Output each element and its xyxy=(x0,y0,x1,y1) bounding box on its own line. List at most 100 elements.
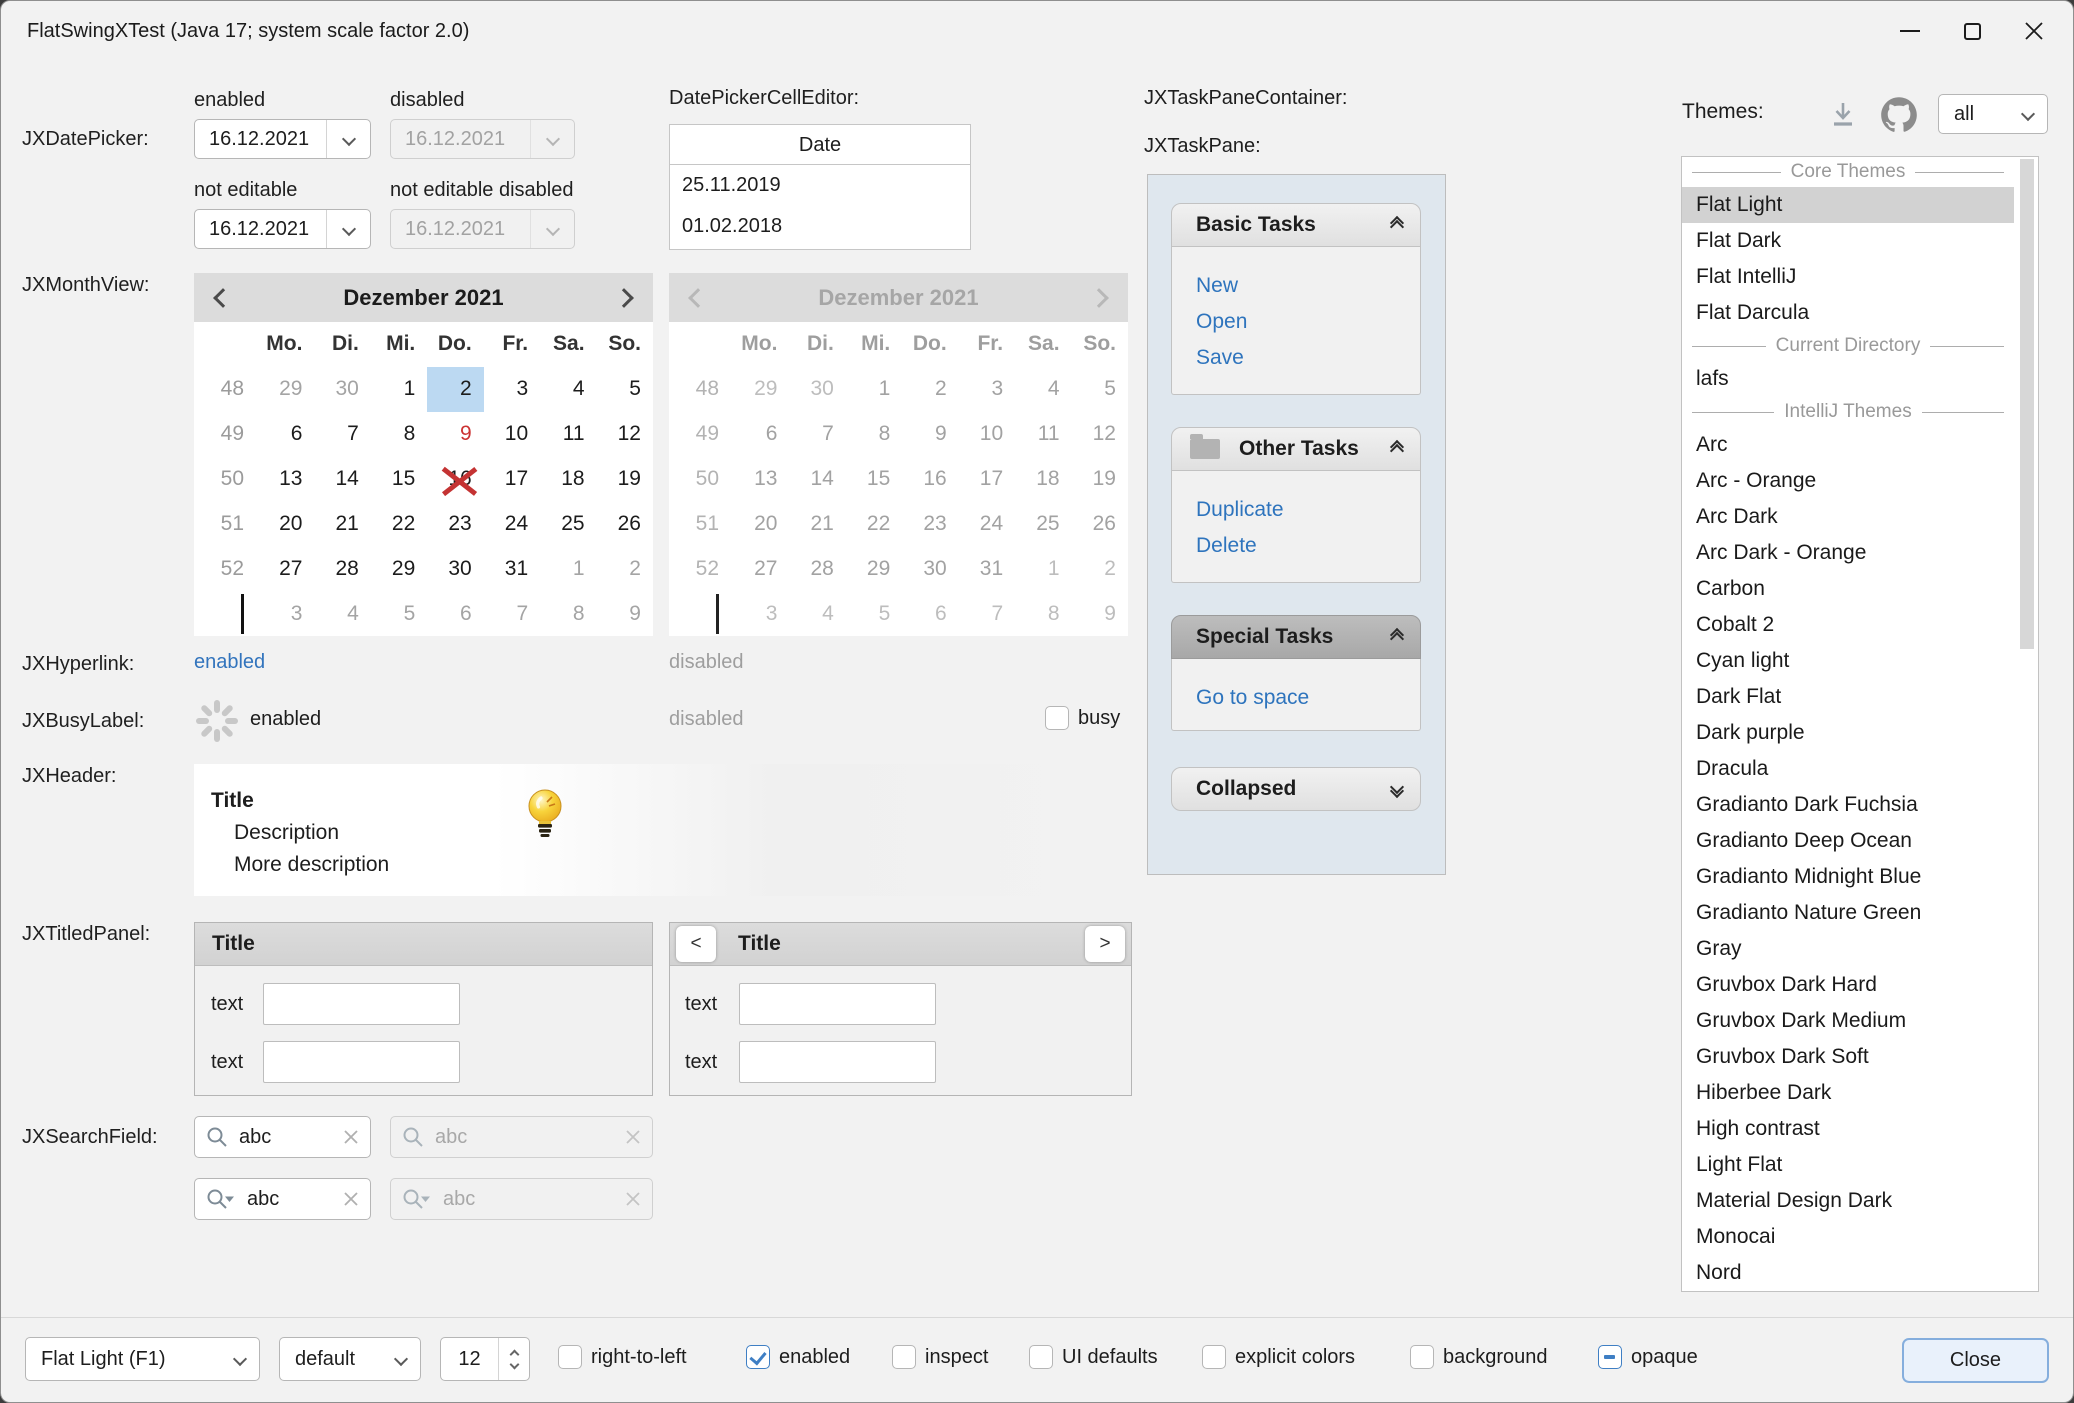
theme-item[interactable]: Carbon xyxy=(1682,571,2014,607)
theme-item[interactable]: Gruvbox Dark Soft xyxy=(1682,1039,2014,1075)
calendar-day[interactable]: 10 xyxy=(484,412,540,457)
calendar-day[interactable]: 15 xyxy=(371,457,427,502)
table-row[interactable]: 25.11.2019 xyxy=(670,165,970,206)
clear-icon[interactable] xyxy=(342,1190,360,1208)
theme-item[interactable]: Arc Dark - Orange xyxy=(1682,535,2014,571)
theme-item[interactable]: Gradianto Midnight Blue xyxy=(1682,859,2014,895)
checkbox[interactable] xyxy=(1410,1345,1434,1369)
text-field[interactable] xyxy=(739,1041,936,1083)
checkbox[interactable] xyxy=(746,1345,770,1369)
text-field[interactable] xyxy=(263,983,460,1025)
calendar-day[interactable]: 18 xyxy=(540,457,596,502)
collapse-icon[interactable] xyxy=(1392,630,1402,644)
theme-item[interactable]: Hiberbee Dark xyxy=(1682,1075,2014,1111)
chevron-down-icon[interactable] xyxy=(326,120,370,158)
theme-item[interactable]: Flat Darcula xyxy=(1682,295,2014,331)
taskpane-header[interactable]: Collapsed xyxy=(1171,767,1421,811)
calendar-day[interactable]: 6 xyxy=(258,412,314,457)
theme-item[interactable]: Monocai xyxy=(1682,1219,2014,1255)
calendar-day[interactable]: 30 xyxy=(314,367,370,412)
calendar-day[interactable]: 19 xyxy=(597,457,653,502)
calendar-day[interactable]: 9 xyxy=(427,412,483,457)
calendar-day[interactable]: 21 xyxy=(314,501,370,546)
calendar-day[interactable]: 12 xyxy=(597,412,653,457)
task-link[interactable]: Save xyxy=(1196,340,1420,376)
calendar-day[interactable]: 26 xyxy=(597,501,653,546)
theme-item[interactable]: Dark Flat xyxy=(1682,679,2014,715)
next-button[interactable]: > xyxy=(1085,926,1125,962)
calendar-day[interactable]: 3 xyxy=(484,367,540,412)
theme-item[interactable]: Gradianto Nature Green xyxy=(1682,895,2014,931)
calendar-day[interactable]: 5 xyxy=(371,591,427,636)
task-link[interactable]: Delete xyxy=(1196,528,1420,564)
theme-item[interactable]: Arc Dark xyxy=(1682,499,2014,535)
task-link[interactable]: Go to space xyxy=(1196,680,1420,716)
table-row[interactable]: 01.02.2018 xyxy=(670,206,970,247)
busy-checkbox[interactable] xyxy=(1045,706,1069,730)
calendar-day[interactable]: 29 xyxy=(258,367,314,412)
calendar-day[interactable]: 27 xyxy=(258,546,314,591)
calendar-day[interactable]: 8 xyxy=(371,412,427,457)
close-button[interactable]: Close xyxy=(1902,1338,2049,1383)
calendar-day[interactable]: 2 xyxy=(427,367,483,412)
calendar-day[interactable]: 20 xyxy=(258,501,314,546)
calendar-day[interactable]: 11 xyxy=(540,412,596,457)
calendar-day[interactable]: 24 xyxy=(484,501,540,546)
theme-item[interactable]: Dracula xyxy=(1682,751,2014,787)
hyperlink-enabled[interactable]: enabled xyxy=(194,651,265,674)
calendar-day[interactable]: 1 xyxy=(371,367,427,412)
collapse-icon[interactable] xyxy=(1392,442,1402,456)
scrollbar[interactable] xyxy=(2018,159,2036,1289)
datepicker-not-editable[interactable]: 16.12.2021 xyxy=(194,209,371,249)
theme-item[interactable]: Dark purple xyxy=(1682,715,2014,751)
calendar-day[interactable]: 4 xyxy=(540,367,596,412)
theme-item[interactable]: Nord xyxy=(1682,1255,2014,1291)
datepicker-enabled[interactable]: 16.12.2021 xyxy=(194,119,371,159)
theme-item[interactable]: Gray xyxy=(1682,931,2014,967)
theme-item[interactable]: Light Flat xyxy=(1682,1147,2014,1183)
search-field-enabled[interactable]: abc xyxy=(194,1116,371,1158)
theme-item[interactable]: lafs xyxy=(1682,361,2014,397)
lookandfeel-combo[interactable]: Flat Light (F1) xyxy=(25,1337,260,1381)
theme-item[interactable]: Cyan light xyxy=(1682,643,2014,679)
github-button[interactable] xyxy=(1879,95,1919,135)
taskpane-header[interactable]: Special Tasks xyxy=(1171,615,1421,659)
calendar-day[interactable]: 13 xyxy=(258,457,314,502)
theme-item[interactable]: Flat Dark xyxy=(1682,223,2014,259)
theme-item[interactable]: Gruvbox Dark Hard xyxy=(1682,967,2014,1003)
text-field[interactable] xyxy=(263,1041,460,1083)
themes-filter-combo[interactable]: all xyxy=(1938,94,2048,134)
font-size-spinner[interactable]: 12 xyxy=(440,1337,530,1381)
prev-button[interactable]: < xyxy=(676,926,716,962)
calendar-day[interactable]: 28 xyxy=(314,546,370,591)
task-link[interactable]: Duplicate xyxy=(1196,492,1420,528)
maximize-button[interactable] xyxy=(1941,1,2003,61)
text-field[interactable] xyxy=(739,983,936,1025)
theme-item[interactable]: Flat Light xyxy=(1682,187,2014,223)
calendar-day[interactable]: 29 xyxy=(371,546,427,591)
task-link[interactable]: Open xyxy=(1196,304,1420,340)
font-family-combo[interactable]: default xyxy=(279,1337,421,1381)
chevron-down-icon[interactable] xyxy=(326,210,370,248)
theme-item[interactable]: Arc xyxy=(1682,427,2014,463)
checkbox[interactable] xyxy=(1598,1345,1622,1369)
spinner-arrows[interactable] xyxy=(498,1338,529,1380)
calendar-day[interactable]: 1 xyxy=(540,546,596,591)
calendar-day[interactable]: 6 xyxy=(427,591,483,636)
next-month-icon[interactable] xyxy=(614,288,634,308)
calendar-day[interactable]: 23 xyxy=(427,501,483,546)
checkbox[interactable] xyxy=(558,1345,582,1369)
taskpane-header[interactable]: Basic Tasks xyxy=(1171,203,1421,247)
task-link[interactable]: New xyxy=(1196,268,1420,304)
theme-item[interactable]: Material Design Dark xyxy=(1682,1183,2014,1219)
theme-item[interactable]: Flat IntelliJ xyxy=(1682,259,2014,295)
scrollbar-thumb[interactable] xyxy=(2020,159,2034,649)
search-field-with-menu[interactable]: abc xyxy=(194,1178,371,1220)
taskpane-header[interactable]: Other Tasks xyxy=(1171,427,1421,471)
minimize-button[interactable] xyxy=(1879,1,1941,61)
calendar-day[interactable]: 3 xyxy=(258,591,314,636)
expand-icon[interactable] xyxy=(1392,782,1402,796)
download-themes-button[interactable] xyxy=(1825,97,1861,133)
calendar-day[interactable]: 8 xyxy=(540,591,596,636)
close-window-button[interactable] xyxy=(2003,1,2065,61)
